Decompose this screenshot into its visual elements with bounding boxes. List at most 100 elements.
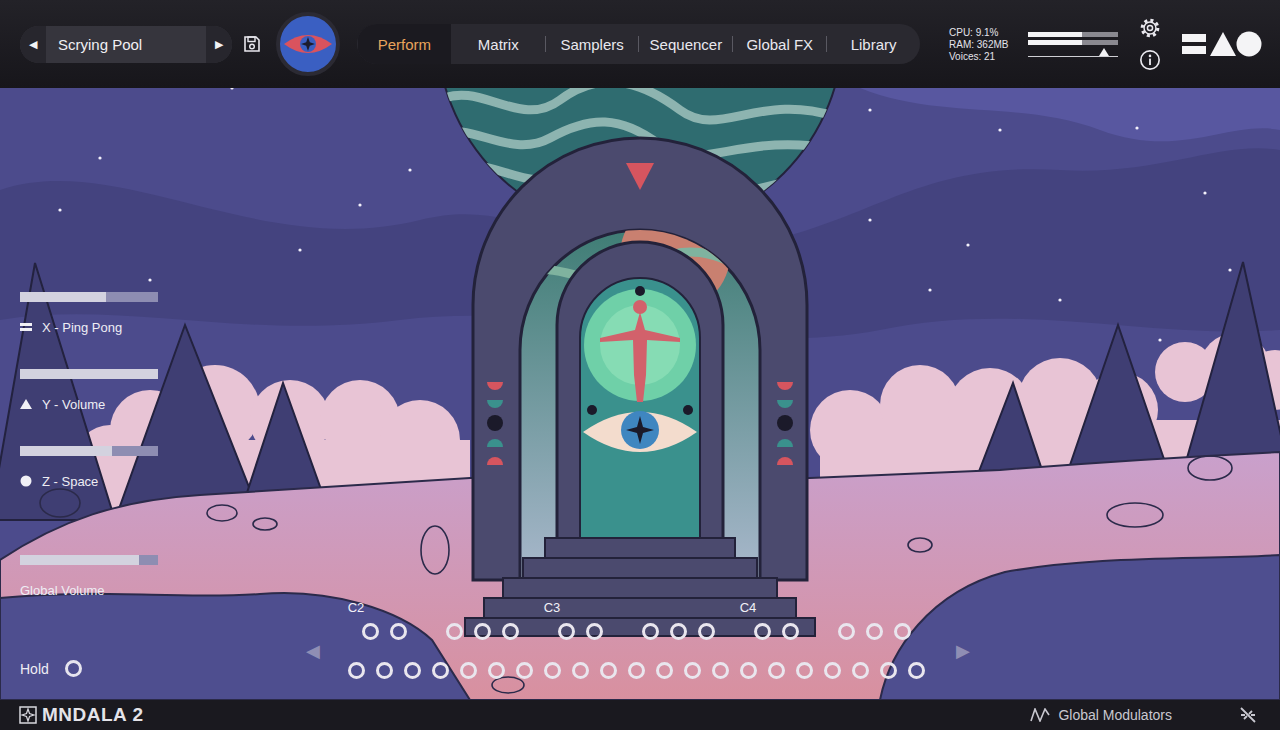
- white-key[interactable]: [656, 662, 673, 679]
- keyboard-prev-button[interactable]: ◀: [303, 640, 323, 662]
- hold-switch[interactable]: [65, 660, 82, 677]
- black-key[interactable]: [782, 623, 799, 640]
- white-key[interactable]: [740, 662, 757, 679]
- black-key[interactable]: [838, 623, 855, 640]
- tab-divider: [545, 36, 546, 52]
- tab[interactable]: Sequencer: [639, 24, 732, 64]
- tab[interactable]: Matrix: [452, 24, 545, 64]
- black-key[interactable]: [642, 623, 659, 640]
- star: [1203, 191, 1206, 194]
- white-key[interactable]: [852, 662, 869, 679]
- white-key[interactable]: [908, 662, 925, 679]
- key-slot: [524, 623, 552, 640]
- tab[interactable]: Samplers: [546, 24, 639, 64]
- key-slot: [538, 662, 566, 679]
- white-key[interactable]: [404, 662, 421, 679]
- tab[interactable]: Library: [827, 24, 920, 64]
- black-key[interactable]: [754, 623, 771, 640]
- preset-selector[interactable]: ◀Scrying Pool▶: [20, 26, 232, 63]
- key-slot: [692, 623, 720, 640]
- octave-label: [790, 599, 818, 615]
- white-key[interactable]: [460, 662, 477, 679]
- key-slot: [720, 623, 748, 640]
- preset-prev-button[interactable]: ◀: [20, 26, 46, 63]
- macro-track[interactable]: [20, 369, 158, 379]
- macro-slider[interactable]: X - Ping Pong: [20, 292, 180, 335]
- white-key[interactable]: [516, 662, 533, 679]
- key-slot: [790, 662, 818, 679]
- black-key[interactable]: [866, 623, 883, 640]
- black-key[interactable]: [362, 623, 379, 640]
- hold-toggle[interactable]: Hold: [20, 660, 82, 677]
- white-key[interactable]: [376, 662, 393, 679]
- black-key[interactable]: [698, 623, 715, 640]
- key-slot: [468, 623, 496, 640]
- eye-logo-icon[interactable]: [276, 12, 340, 76]
- star: [1135, 126, 1138, 129]
- collapse-icon[interactable]: [1238, 705, 1258, 725]
- macro-track[interactable]: [20, 292, 158, 302]
- slider-thumb-icon[interactable]: [1099, 48, 1109, 56]
- black-key[interactable]: [670, 623, 687, 640]
- octave-label: [706, 599, 734, 615]
- white-key[interactable]: [880, 662, 897, 679]
- white-key[interactable]: [712, 662, 729, 679]
- macro-track[interactable]: [20, 555, 158, 565]
- save-icon[interactable]: [243, 35, 261, 53]
- gear-icon[interactable]: [1139, 17, 1161, 39]
- white-key[interactable]: [488, 662, 505, 679]
- white-key[interactable]: [600, 662, 617, 679]
- key-slot: [678, 662, 706, 679]
- global-modulators-button[interactable]: Global Modulators: [1030, 707, 1172, 723]
- keyboard-next-button[interactable]: ▶: [953, 640, 973, 662]
- white-key[interactable]: [572, 662, 589, 679]
- key-slot: [370, 662, 398, 679]
- star: [928, 288, 931, 291]
- octave-label: [650, 599, 678, 615]
- key-slot: [664, 623, 692, 640]
- white-key[interactable]: [544, 662, 561, 679]
- macro-track[interactable]: [20, 446, 158, 456]
- white-key[interactable]: [628, 662, 645, 679]
- white-key[interactable]: [768, 662, 785, 679]
- z-circle-icon: [20, 475, 32, 487]
- macro-slider[interactable]: Global Volume: [20, 555, 180, 598]
- octave-label: [594, 599, 622, 615]
- tab[interactable]: Global FX: [733, 24, 826, 64]
- tab[interactable]: Perform: [358, 24, 451, 64]
- black-key[interactable]: [446, 623, 463, 640]
- black-key[interactable]: [894, 623, 911, 640]
- black-key[interactable]: [502, 623, 519, 640]
- preset-name[interactable]: Scrying Pool: [46, 36, 206, 53]
- black-key[interactable]: [474, 623, 491, 640]
- info-icon[interactable]: [1139, 49, 1161, 71]
- black-key[interactable]: [390, 623, 407, 640]
- white-key[interactable]: [432, 662, 449, 679]
- octave-label: C2: [342, 599, 370, 615]
- stat-line: RAM: 362MB: [949, 39, 1028, 50]
- white-key[interactable]: [796, 662, 813, 679]
- meter-fill: [1028, 40, 1082, 45]
- master-volume-slider[interactable]: [1028, 56, 1118, 57]
- key-slot: [776, 623, 804, 640]
- white-key[interactable]: [824, 662, 841, 679]
- macro-slider[interactable]: Y - Volume: [20, 369, 180, 412]
- star: [998, 128, 1001, 131]
- macro-controls: X - Ping Pong Y - Volume Z - Space Global V…: [20, 292, 180, 632]
- star: [868, 218, 871, 221]
- key-slot: [804, 623, 832, 640]
- key-slot: [566, 662, 594, 679]
- macro-slider[interactable]: Z - Space: [20, 446, 180, 489]
- key-slot: [384, 623, 412, 640]
- white-key[interactable]: [348, 662, 365, 679]
- brand-shapes-icon: [1182, 31, 1262, 57]
- tab-divider: [732, 36, 733, 52]
- octave-label: [902, 599, 930, 615]
- stat-line: Voices: 21: [949, 51, 1028, 62]
- black-key[interactable]: [586, 623, 603, 640]
- macro-label: Y - Volume: [20, 396, 180, 412]
- preset-next-button[interactable]: ▶: [206, 26, 232, 63]
- black-key[interactable]: [558, 623, 575, 640]
- white-key[interactable]: [684, 662, 701, 679]
- key-slot: [552, 623, 580, 640]
